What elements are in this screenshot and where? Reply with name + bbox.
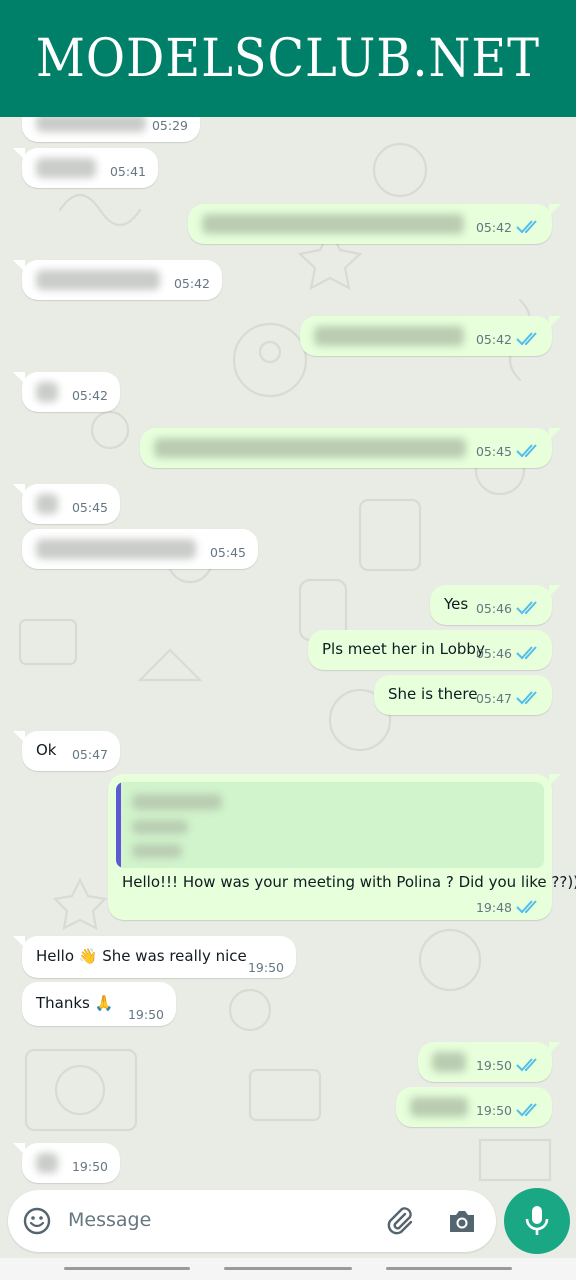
voice-record-button[interactable]	[504, 1188, 570, 1254]
message-incoming[interactable]: 05:45	[22, 529, 258, 569]
message-incoming[interactable]: Thanks 🙏 19:50	[22, 982, 176, 1026]
system-navigation-bar	[0, 1258, 576, 1280]
banner-title: MODELSCLUB.NET	[35, 28, 541, 89]
message-incoming[interactable]: 19:50	[13, 1143, 120, 1183]
message-text: Yes	[444, 595, 469, 613]
message-time: 19:48	[475, 900, 512, 915]
message-time: 05:45	[71, 500, 108, 515]
redacted-quote-line	[132, 794, 222, 810]
message-time: 05:42	[475, 332, 512, 347]
read-ticks-icon	[516, 646, 537, 660]
read-ticks-icon	[516, 900, 537, 914]
read-ticks-icon	[516, 220, 537, 234]
message-outgoing-reply[interactable]: Hello!!! How was your meeting with Polin…	[108, 774, 576, 920]
redacted-text	[36, 158, 96, 178]
message-text: Pls meet her in Lobby	[322, 640, 485, 658]
message-outgoing[interactable]: Pls meet her in Lobby 05:46	[308, 630, 552, 670]
message-incoming[interactable]: 05:45	[13, 484, 120, 524]
redacted-text	[36, 382, 58, 402]
nav-back-handle[interactable]	[386, 1267, 512, 1270]
redacted-text	[202, 214, 464, 234]
message-time: 19:50	[475, 1058, 512, 1073]
redacted-quote-line	[132, 844, 182, 858]
message-incoming[interactable]: 05:41	[13, 148, 158, 188]
nav-recents-handle[interactable]	[64, 1267, 190, 1270]
message-outgoing[interactable]: 05:42	[300, 316, 561, 356]
message-outgoing[interactable]: 19:50	[418, 1042, 561, 1082]
redacted-text	[36, 1153, 58, 1173]
read-ticks-icon	[516, 1103, 537, 1117]
message-time: 19:50	[247, 960, 284, 975]
message-incoming[interactable]: 05:42	[13, 372, 120, 412]
waving-hand-emoji: 👋	[78, 947, 98, 965]
read-ticks-icon	[516, 691, 537, 705]
redacted-quote-line	[132, 820, 188, 834]
message-time: 05:41	[109, 164, 146, 179]
read-ticks-icon	[516, 332, 537, 346]
redacted-text	[314, 326, 464, 346]
redacted-text	[410, 1097, 468, 1117]
message-outgoing[interactable]: 05:42	[188, 204, 561, 244]
message-outgoing[interactable]: Yes 05:46	[430, 585, 561, 625]
redacted-text	[36, 494, 58, 514]
message-text: She is there	[388, 685, 478, 703]
message-outgoing[interactable]: 05:45	[140, 428, 561, 468]
folded-hands-emoji: 🙏	[94, 994, 114, 1012]
read-ticks-icon	[516, 444, 537, 458]
redacted-text	[154, 438, 466, 458]
message-time: 05:46	[475, 601, 512, 616]
message-time: 05:42	[173, 276, 210, 291]
message-time: 05:47	[71, 747, 108, 762]
paperclip-icon[interactable]	[384, 1205, 416, 1237]
message-time: 19:50	[475, 1103, 512, 1118]
message-text: Hello 👋 She was really nice	[36, 947, 247, 965]
message-time: 19:50	[127, 1007, 164, 1022]
message-text-part: She was really nice	[102, 947, 247, 965]
microphone-icon	[525, 1206, 549, 1235]
quote-accent-bar	[116, 782, 121, 868]
camera-icon[interactable]	[446, 1206, 478, 1236]
redacted-text	[36, 270, 160, 290]
message-text: Thanks 🙏	[36, 994, 113, 1012]
message-time: 05:42	[71, 388, 108, 403]
message-outgoing[interactable]: She is there 05:47	[374, 675, 552, 715]
emoji-icon[interactable]	[22, 1206, 52, 1236]
message-text-part: Thanks	[36, 994, 90, 1012]
message-time: 05:46	[475, 646, 512, 661]
message-time: 05:47	[475, 691, 512, 706]
redacted-text	[36, 539, 196, 559]
message-incoming[interactable]: 05:42	[13, 260, 222, 300]
read-ticks-icon	[516, 601, 537, 615]
message-text: Hello!!! How was your meeting with Polin…	[122, 873, 576, 891]
redacted-text	[432, 1052, 466, 1072]
message-text-part: Hello	[36, 947, 75, 965]
quoted-message[interactable]	[116, 782, 544, 868]
nav-home-handle[interactable]	[224, 1267, 352, 1270]
message-time: 19:50	[71, 1159, 108, 1174]
message-time: 05:42	[475, 220, 512, 235]
message-input[interactable]: Message	[68, 1209, 151, 1231]
message-time: 05:45	[475, 444, 512, 459]
watermark-banner: MODELSCLUB.NET	[0, 0, 576, 117]
message-incoming[interactable]: Ok 05:47	[13, 731, 120, 771]
message-composer[interactable]: Message	[8, 1190, 496, 1252]
message-time: 05:29	[151, 118, 188, 133]
message-incoming[interactable]: Hello 👋 She was really nice 19:50	[13, 936, 296, 978]
message-text: Ok	[36, 741, 57, 759]
message-outgoing[interactable]: 19:50	[396, 1087, 552, 1127]
read-ticks-icon	[516, 1058, 537, 1072]
message-time: 05:45	[209, 545, 246, 560]
